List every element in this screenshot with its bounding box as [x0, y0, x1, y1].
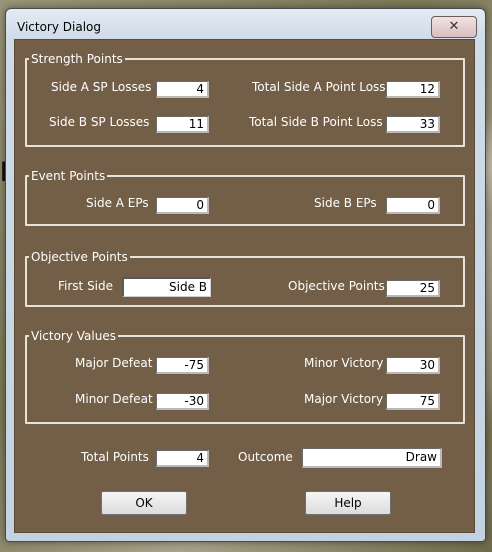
- side-b-eps-field[interactable]: 0: [386, 197, 440, 214]
- side-a-sp-losses-field[interactable]: 4: [156, 81, 209, 98]
- close-icon: ✕: [448, 19, 460, 34]
- victory-dialog: Victory Dialog ✕ Strength Points Side A …: [5, 8, 486, 542]
- victory-values-legend: Victory Values: [31, 329, 116, 343]
- total-side-a-point-loss-label: Total Side A Point Loss: [252, 80, 386, 94]
- dialog-client-area: Strength Points Side A SP Losses 4 Side …: [14, 39, 475, 533]
- objective-points-legend: Objective Points: [31, 250, 128, 264]
- first-side-field[interactable]: Side B: [122, 277, 211, 297]
- first-side-label: First Side: [58, 279, 114, 293]
- outcome-field[interactable]: Draw: [302, 448, 442, 468]
- side-a-sp-losses-label: Side A SP Losses: [51, 80, 152, 94]
- help-button[interactable]: Help: [305, 491, 391, 515]
- objective-points-field[interactable]: 25: [386, 280, 440, 297]
- minor-defeat-field[interactable]: -30: [156, 393, 209, 410]
- side-b-sp-losses-field[interactable]: 11: [156, 116, 209, 133]
- minor-victory-label: Minor Victory: [304, 356, 384, 370]
- major-defeat-field[interactable]: -75: [156, 357, 209, 374]
- outcome-label: Outcome: [238, 450, 293, 464]
- event-points-legend: Event Points: [31, 169, 106, 183]
- total-side-b-point-loss-field[interactable]: 33: [386, 116, 440, 133]
- major-victory-field[interactable]: 75: [386, 393, 440, 410]
- minor-victory-field[interactable]: 30: [386, 357, 440, 374]
- window-title: Victory Dialog: [17, 20, 101, 34]
- close-button[interactable]: ✕: [431, 16, 477, 38]
- total-side-b-point-loss-label: Total Side B Point Loss: [249, 115, 383, 129]
- total-points-label: Total Points: [81, 450, 149, 464]
- side-a-eps-field[interactable]: 0: [156, 197, 209, 214]
- ok-button[interactable]: OK: [101, 491, 187, 515]
- title-bar[interactable]: Victory Dialog ✕: [6, 9, 485, 39]
- total-points-field[interactable]: 4: [156, 450, 209, 467]
- strength-points-legend: Strength Points: [31, 52, 123, 66]
- side-a-eps-label: Side A EPs: [86, 196, 149, 210]
- objective-points-label: Objective Points: [288, 279, 385, 293]
- total-side-a-point-loss-field[interactable]: 12: [386, 81, 440, 98]
- major-victory-label: Major Victory: [304, 392, 384, 406]
- minor-defeat-label: Minor Defeat: [75, 392, 153, 406]
- side-b-eps-label: Side B EPs: [314, 196, 377, 210]
- major-defeat-label: Major Defeat: [75, 356, 153, 370]
- side-b-sp-losses-label: Side B SP Losses: [49, 115, 150, 129]
